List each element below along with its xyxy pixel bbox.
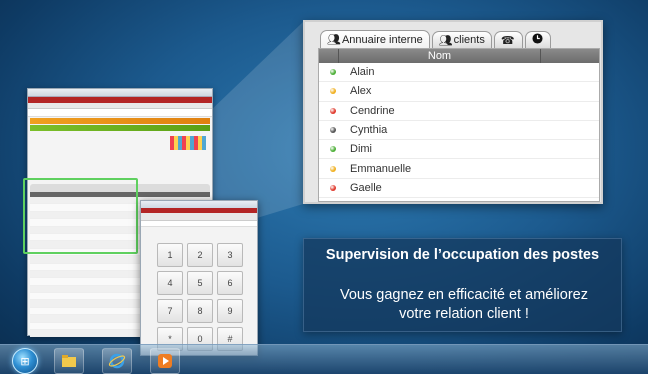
dialpad-toolbar[interactable] bbox=[141, 213, 257, 221]
main-window-search[interactable] bbox=[28, 109, 212, 117]
presence-status-icon bbox=[330, 69, 336, 76]
zoom-highlight-box bbox=[23, 178, 138, 254]
directory-row[interactable]: Cynthia bbox=[319, 121, 599, 141]
tab-clients[interactable]: 👥︎ clients bbox=[431, 31, 492, 48]
key-7[interactable]: 7 bbox=[157, 299, 183, 323]
dialpad-titlebar[interactable] bbox=[141, 201, 257, 208]
key-5[interactable]: 5 bbox=[187, 271, 213, 295]
internet-explorer-icon[interactable] bbox=[102, 348, 132, 374]
directory-tabs: 👥︎ Annuaire interne 👥︎ clients ☎ bbox=[320, 30, 553, 48]
group-icon: 👥︎ bbox=[327, 34, 341, 46]
key-4[interactable]: 4 bbox=[157, 271, 183, 295]
clock-icon bbox=[532, 33, 543, 47]
call-action-icons[interactable] bbox=[170, 136, 206, 150]
group-icon: 👥︎ bbox=[438, 34, 453, 47]
key-2[interactable]: 2 bbox=[187, 243, 213, 267]
name-column-header[interactable]: Nom bbox=[339, 49, 541, 63]
presence-status-icon bbox=[330, 107, 336, 114]
extra-column-header[interactable] bbox=[541, 49, 599, 63]
contact-name: Cynthia bbox=[350, 124, 388, 137]
directory-row[interactable]: Alex bbox=[319, 82, 599, 102]
tab-history[interactable] bbox=[524, 31, 551, 48]
presence-status-icon bbox=[330, 184, 336, 191]
directory-row[interactable]: Alain bbox=[319, 63, 599, 83]
media-player-icon[interactable] bbox=[150, 348, 180, 374]
directory-row[interactable]: Gaelle bbox=[319, 179, 599, 199]
tab-phone[interactable]: ☎ bbox=[493, 31, 523, 48]
key-6[interactable]: 6 bbox=[217, 271, 243, 295]
tab-annuaire-interne[interactable]: 👥︎ Annuaire interne bbox=[320, 30, 430, 48]
dialpad-window[interactable]: 1 2 3 4 5 6 7 8 9 * 0 # bbox=[140, 200, 258, 356]
start-orb-icon[interactable]: ⊞ bbox=[12, 348, 38, 374]
status-column-header[interactable] bbox=[319, 49, 339, 63]
info-box: Supervision de l’occupation des postes V… bbox=[303, 238, 622, 332]
call-row-ringing[interactable] bbox=[30, 118, 210, 124]
directory-rows: Alain Alex Cendrine Cynthia Dimi Emmanuelle Ga… bbox=[319, 63, 599, 199]
presence-status-icon bbox=[330, 88, 336, 95]
contact-name: Alex bbox=[350, 85, 372, 98]
presence-status-icon bbox=[330, 146, 336, 153]
main-window-titlebar[interactable] bbox=[28, 89, 212, 97]
phone-icon: ☎ bbox=[500, 34, 515, 47]
presence-status-icon bbox=[330, 165, 336, 172]
info-body-line-1: Vous gagnez en efficacité et améliorez bbox=[339, 287, 588, 303]
directory-row[interactable]: Cendrine bbox=[319, 102, 599, 121]
key-3[interactable]: 3 bbox=[217, 243, 243, 267]
call-row-active[interactable] bbox=[30, 125, 210, 131]
contact-name: Cendrine bbox=[350, 104, 395, 117]
presence-status-icon bbox=[330, 127, 336, 134]
taskbar bbox=[0, 344, 648, 374]
contact-name: Dimi bbox=[350, 143, 372, 156]
tab-clients-label: clients bbox=[453, 34, 485, 46]
directory-grid-header: Nom bbox=[319, 49, 599, 63]
key-8[interactable]: 8 bbox=[187, 299, 213, 323]
dialpad-number-field[interactable] bbox=[141, 221, 257, 227]
key-1[interactable]: 1 bbox=[157, 243, 183, 267]
key-9[interactable]: 9 bbox=[217, 299, 243, 323]
file-explorer-icon[interactable] bbox=[54, 348, 84, 374]
info-body-line-2: votre relation client ! bbox=[399, 306, 529, 322]
contact-name: Gaelle bbox=[350, 181, 382, 194]
info-title: Supervision de l’occupation des postes bbox=[325, 247, 600, 263]
contact-name: Emmanuelle bbox=[350, 162, 412, 175]
directory-row[interactable]: Dimi bbox=[319, 140, 599, 160]
info-body: Vous gagnez en efficacité et améliorez v… bbox=[314, 286, 614, 324]
tab-annuaire-interne-label: Annuaire interne bbox=[341, 33, 423, 46]
directory-panel: 👥︎ Annuaire interne 👥︎ clients ☎ Nom Ala… bbox=[303, 20, 603, 204]
directory-grid: Nom Alain Alex Cendrine Cynthia Dimi Emmanuel… bbox=[318, 48, 600, 202]
directory-row[interactable]: Emmanuelle bbox=[319, 159, 599, 179]
keypad: 1 2 3 4 5 6 7 8 9 * 0 # bbox=[157, 243, 243, 351]
contact-name: Alain bbox=[350, 66, 375, 79]
